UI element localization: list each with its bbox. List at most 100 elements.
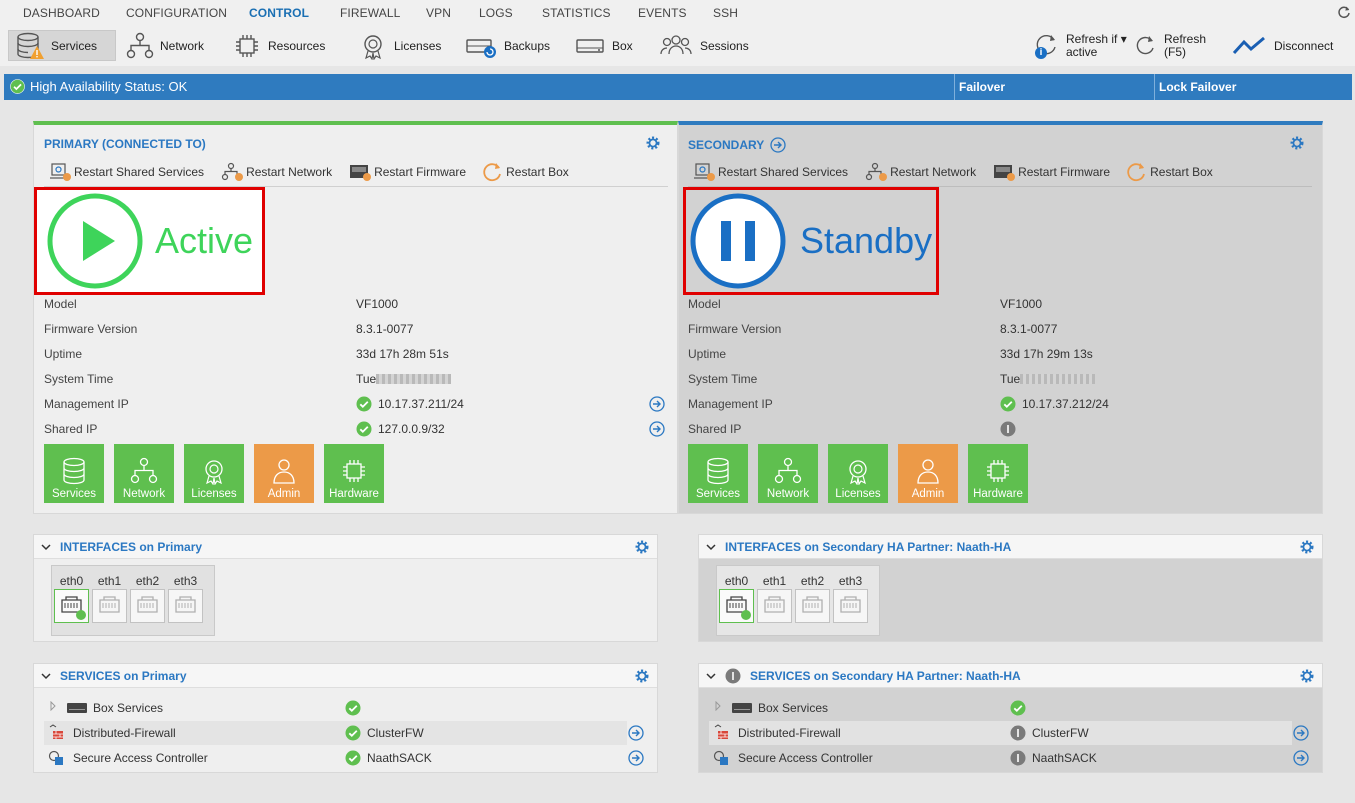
- nav-control[interactable]: CONTROL: [249, 6, 309, 20]
- primary-licenses-tile[interactable]: Licenses: [184, 444, 244, 503]
- service-firewall-label: Distributed-Firewall: [73, 726, 176, 740]
- primary-state-indicator: Active: [34, 187, 265, 295]
- service-row-firewall[interactable]: Distributed-Firewall ClusterFW: [709, 721, 1292, 745]
- services-primary-header[interactable]: SERVICES on Primary: [34, 664, 657, 688]
- primary-restart-firmware-button[interactable]: Restart Firmware: [348, 162, 466, 182]
- restart-firmware-icon: [350, 165, 372, 181]
- secondary-restart-firmware-button[interactable]: Restart Firmware: [992, 162, 1110, 182]
- secondary-restart-box-button[interactable]: Restart Box: [1126, 161, 1213, 183]
- toolbar-licenses-button[interactable]: Licenses: [352, 30, 447, 61]
- reload-icon[interactable]: [1337, 5, 1351, 19]
- chip-icon: [236, 34, 258, 57]
- service-sac-value: NaathSACK: [1032, 751, 1097, 765]
- goto-arrow-icon[interactable]: [649, 421, 665, 437]
- toolbar-services-button[interactable]: Services: [8, 30, 116, 61]
- primary-restart-network-button[interactable]: Restart Network: [220, 162, 332, 182]
- primary-network-tile[interactable]: Network: [114, 444, 174, 503]
- goto-arrow-icon[interactable]: [1293, 725, 1309, 741]
- secondary-licenses-tile[interactable]: Licenses: [828, 444, 888, 503]
- services-secondary-header[interactable]: SERVICES on Secondary HA Partner: Naath-…: [699, 664, 1322, 688]
- goto-arrow-icon[interactable]: [1293, 750, 1309, 766]
- toolbar-resources-button[interactable]: Resources: [226, 30, 331, 61]
- secondary-settings-gear-icon[interactable]: [1289, 135, 1305, 151]
- port-eth1[interactable]: [92, 589, 127, 623]
- secondary-system-time-value: Tue: [1000, 372, 1096, 386]
- port-eth3[interactable]: [168, 589, 203, 623]
- port-eth0[interactable]: [54, 589, 89, 623]
- primary-settings-gear-icon[interactable]: [645, 135, 661, 151]
- toolbar-refresh-button[interactable]: Refresh (F5): [1126, 30, 1212, 61]
- restart-firmware-label: Restart Firmware: [1018, 165, 1111, 179]
- port-eth1[interactable]: [757, 589, 792, 623]
- port-eth2[interactable]: [795, 589, 830, 623]
- settings-gear-icon[interactable]: [1299, 668, 1315, 684]
- primary-services-tile[interactable]: Services: [44, 444, 104, 503]
- chevron-down-icon[interactable]: [40, 541, 52, 553]
- service-box-label: Box Services: [93, 701, 164, 715]
- port-eth3[interactable]: [833, 589, 868, 623]
- ethernet-port-icon: [175, 596, 196, 613]
- service-row-sac[interactable]: Secure Access Controller NaathSACK: [699, 746, 1322, 770]
- toolbar-network-button[interactable]: Network: [120, 30, 210, 61]
- toolbar-disconnect-button[interactable]: Disconnect: [1226, 30, 1339, 61]
- chevron-down-icon[interactable]: [705, 670, 717, 682]
- service-row-box[interactable]: Box Services: [34, 696, 657, 720]
- primary-title: PRIMARY (CONNECTED TO): [44, 137, 206, 151]
- interfaces-primary-header[interactable]: INTERFACES on Primary: [34, 535, 657, 559]
- toolbar-sessions-button[interactable]: Sessions: [652, 30, 755, 61]
- network-icon: [774, 457, 802, 484]
- ethernet-port-icon: [137, 596, 158, 613]
- check-icon: [345, 725, 361, 741]
- nav-firewall[interactable]: FIREWALL: [340, 6, 400, 20]
- service-row-firewall[interactable]: Distributed-Firewall ClusterFW: [44, 721, 627, 745]
- lock-failover-button[interactable]: Lock Failover: [1154, 74, 1352, 100]
- primary-restart-box-button[interactable]: Restart Box: [482, 161, 569, 183]
- service-row-sac[interactable]: Secure Access Controller NaathSACK: [34, 746, 657, 770]
- tile-licenses-label: Licenses: [191, 488, 237, 500]
- chevron-down-icon[interactable]: [40, 670, 52, 682]
- goto-arrow-icon[interactable]: [649, 396, 665, 412]
- expand-triangle-icon[interactable]: [713, 701, 723, 711]
- primary-restart-shared-services-button[interactable]: Restart Shared Services: [48, 162, 204, 182]
- toolbar-backups-button[interactable]: Backups: [458, 30, 556, 61]
- goto-arrow-icon[interactable]: [770, 137, 786, 153]
- primary-admin-tile[interactable]: Admin: [254, 444, 314, 503]
- settings-gear-icon[interactable]: [634, 668, 650, 684]
- toolbar-refresh-if-active-button[interactable]: Refresh if ▾ active: [1026, 30, 1133, 61]
- service-row-box[interactable]: Box Services: [699, 696, 1322, 720]
- goto-arrow-icon[interactable]: [628, 750, 644, 766]
- nav-ssh[interactable]: SSH: [713, 6, 738, 20]
- primary-hardware-tile[interactable]: Hardware: [324, 444, 384, 503]
- tile-hardware-label: Hardware: [973, 488, 1023, 500]
- nav-vpn[interactable]: VPN: [426, 6, 451, 20]
- chevron-down-icon[interactable]: [705, 541, 717, 553]
- service-sac-label: Secure Access Controller: [73, 751, 208, 765]
- port-eth0[interactable]: [719, 589, 754, 623]
- secondary-admin-tile[interactable]: Admin: [898, 444, 958, 503]
- secondary-restart-shared-services-button[interactable]: Restart Shared Services: [692, 162, 848, 182]
- secondary-services-tile[interactable]: Services: [688, 444, 748, 503]
- failover-button[interactable]: Failover: [954, 74, 1154, 100]
- settings-gear-icon[interactable]: [1299, 539, 1315, 555]
- toolbar-box-button[interactable]: Box: [568, 30, 639, 61]
- port-eth2[interactable]: [130, 589, 165, 623]
- secondary-restart-network-button[interactable]: Restart Network: [864, 162, 976, 182]
- nav-statistics[interactable]: STATISTICS: [542, 6, 611, 20]
- expand-triangle-icon[interactable]: [48, 701, 58, 711]
- refresh-icon: [1136, 35, 1154, 54]
- restart-firmware-label: Restart Firmware: [374, 165, 467, 179]
- nav-dashboard[interactable]: DASHBOARD: [23, 6, 100, 20]
- interfaces-secondary-panel: INTERFACES on Secondary HA Partner: Naat…: [698, 534, 1323, 642]
- secondary-actions: Restart Shared Services Restart Network …: [692, 161, 1229, 183]
- secondary-hardware-tile[interactable]: Hardware: [968, 444, 1028, 503]
- interfaces-secondary-header[interactable]: INTERFACES on Secondary HA Partner: Naat…: [699, 535, 1322, 559]
- nav-logs[interactable]: LOGS: [479, 6, 513, 20]
- settings-gear-icon[interactable]: [634, 539, 650, 555]
- nav-events[interactable]: EVENTS: [638, 6, 687, 20]
- database-icon: [63, 457, 85, 485]
- secondary-network-tile[interactable]: Network: [758, 444, 818, 503]
- restart-services-icon: [694, 163, 715, 181]
- goto-arrow-icon[interactable]: [628, 725, 644, 741]
- nav-configuration[interactable]: CONFIGURATION: [126, 6, 227, 20]
- interfaces-primary-panel: INTERFACES on Primary eth0 eth1 eth2 eth…: [33, 534, 658, 642]
